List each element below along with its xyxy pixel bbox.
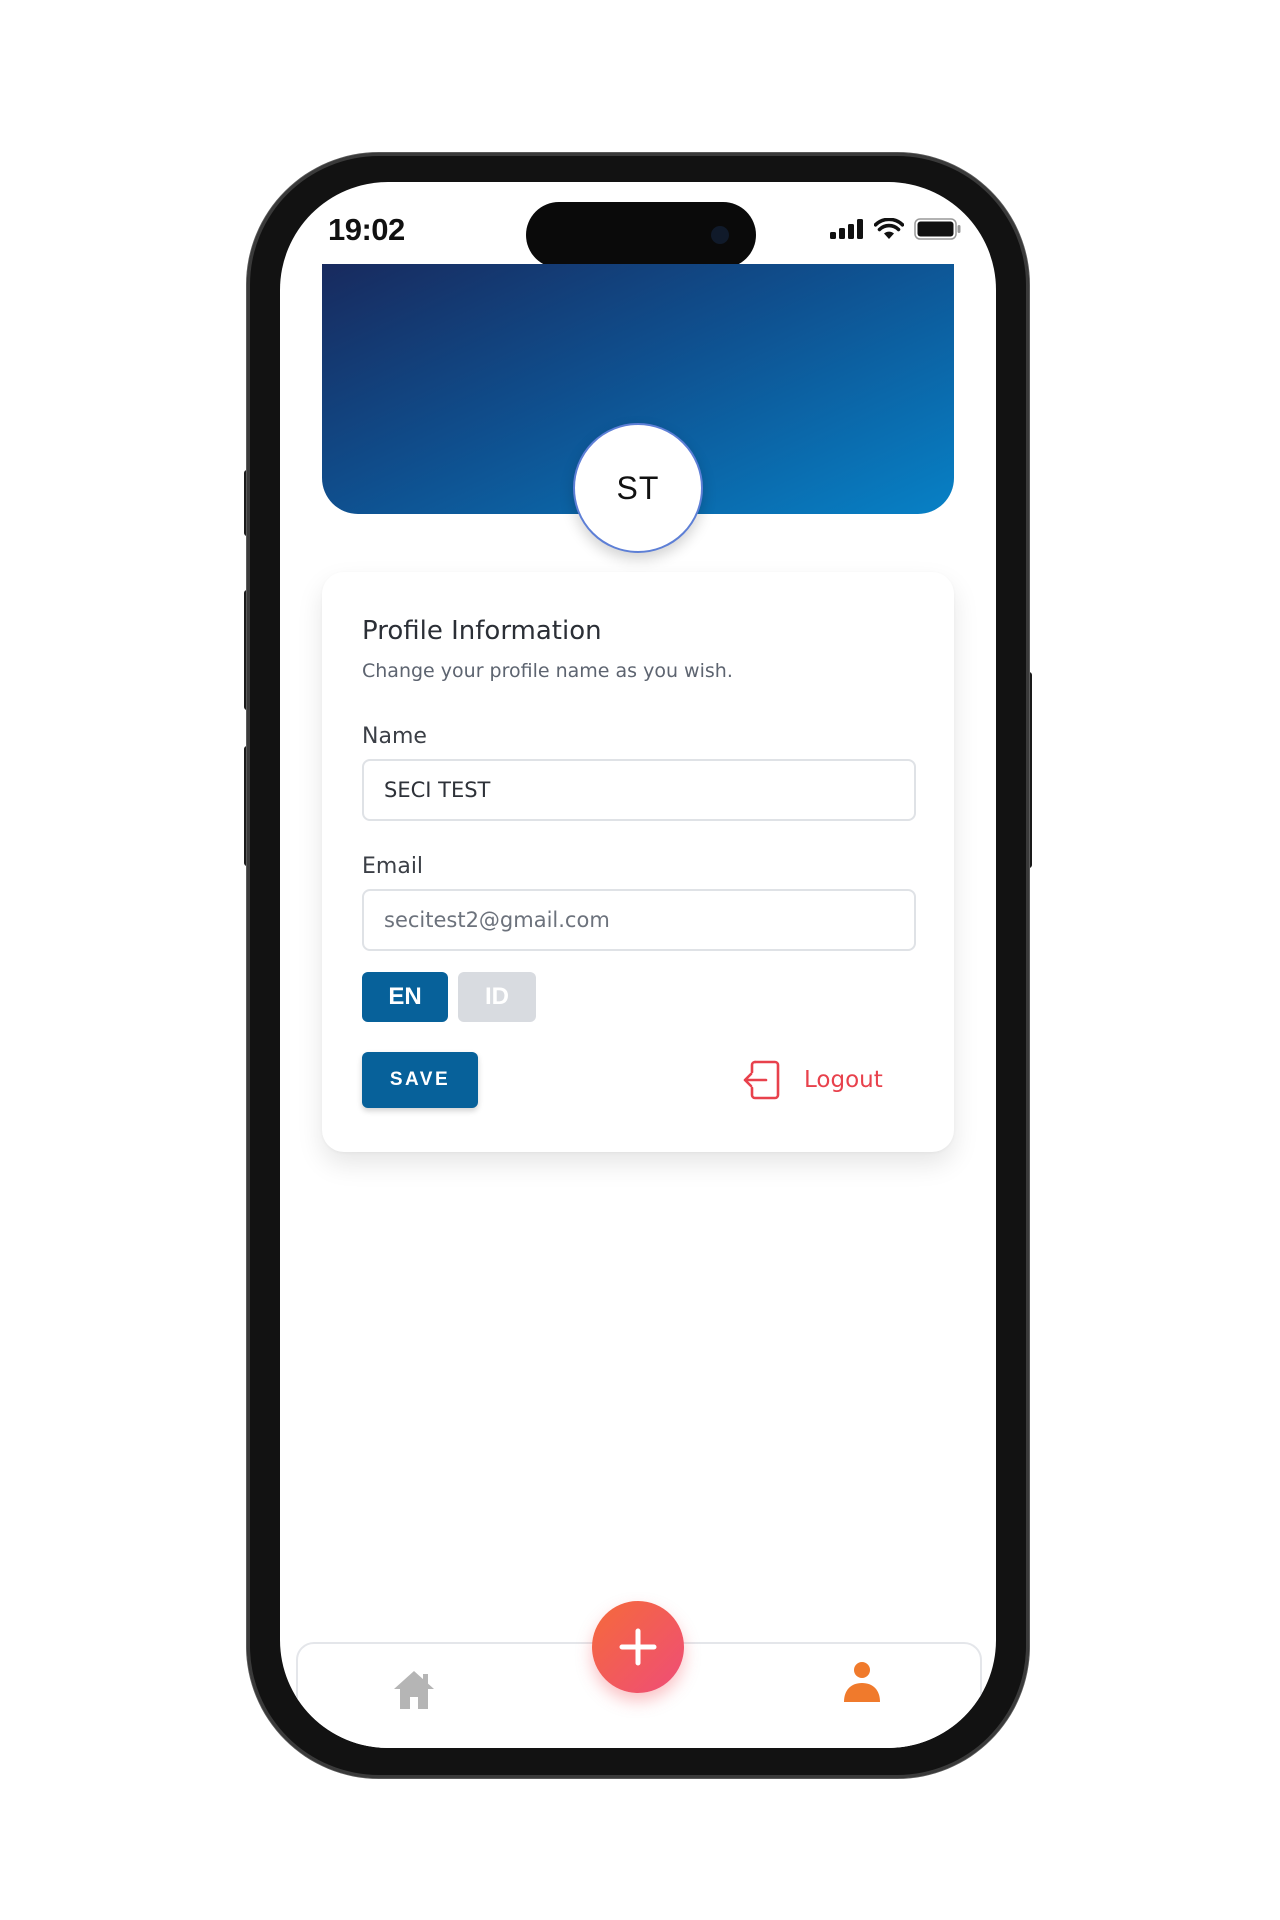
wifi-icon: [874, 218, 904, 239]
card-title: Profile Information: [362, 616, 602, 646]
save-button[interactable]: SAVE: [362, 1052, 478, 1108]
language-en-button[interactable]: EN: [362, 972, 448, 1022]
logout-button[interactable]: Logout: [742, 1056, 883, 1104]
language-id-button[interactable]: ID: [458, 972, 536, 1022]
logout-label: Logout: [804, 1067, 883, 1093]
logout-icon: [743, 1060, 780, 1100]
camera-icon: [711, 226, 729, 244]
add-button[interactable]: [592, 1601, 684, 1693]
battery-icon: [914, 218, 961, 240]
user-icon[interactable]: [840, 1660, 884, 1704]
status-icons: [830, 218, 962, 240]
avatar[interactable]: ST: [573, 423, 703, 553]
dynamic-island: [526, 202, 756, 268]
cellular-signal-icon: [830, 219, 863, 239]
phone-screen: 19:02 ST Profile Information Change your…: [280, 182, 996, 1748]
email-input[interactable]: [362, 889, 916, 951]
name-label: Name: [362, 724, 427, 749]
card-subtitle: Change your profile name as you wish.: [362, 660, 733, 682]
home-icon[interactable]: [390, 1666, 438, 1714]
device-mockup: 19:02 ST Profile Information Change your…: [0, 0, 1280, 1920]
email-label: Email: [362, 854, 424, 879]
status-time: 19:02: [328, 212, 405, 247]
name-input[interactable]: [362, 759, 916, 821]
plus-icon: [619, 1628, 657, 1666]
profile-card: Profile Information Change your profile …: [322, 572, 954, 1152]
